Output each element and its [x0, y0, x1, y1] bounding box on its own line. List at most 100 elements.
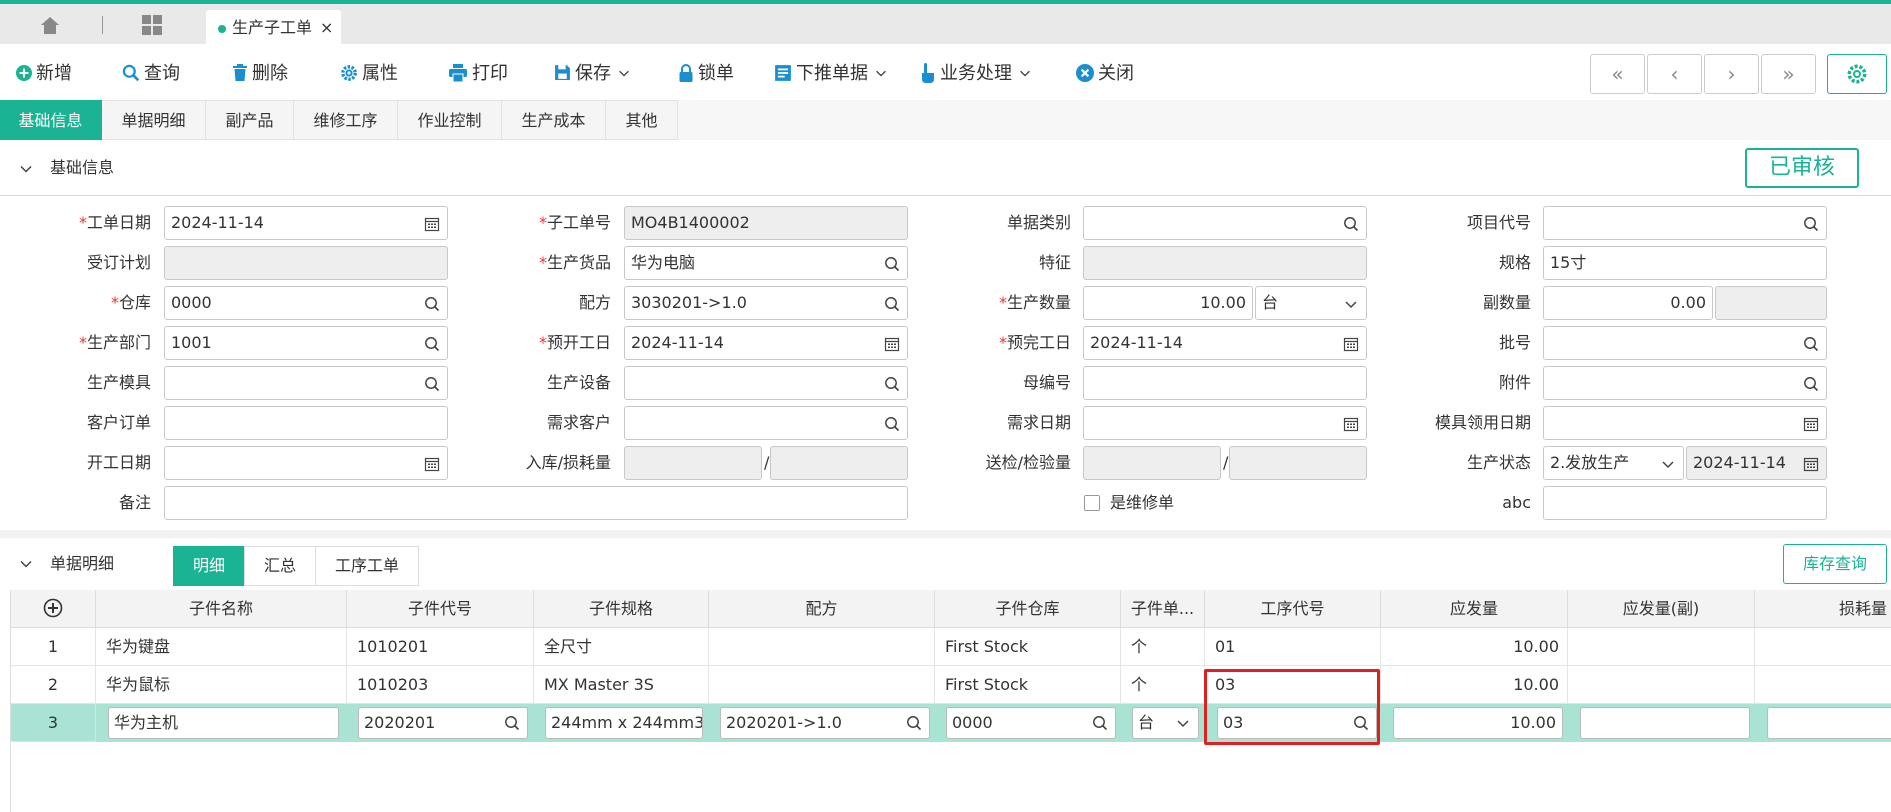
- parent-no-field[interactable]: [1083, 366, 1367, 400]
- edit-qty-input[interactable]: 10.00: [1393, 707, 1563, 739]
- spec-field[interactable]: 15寸: [1543, 246, 1827, 280]
- mold-date-field[interactable]: [1543, 406, 1827, 440]
- remark-field[interactable]: [164, 486, 908, 520]
- search-icon[interactable]: [1803, 376, 1819, 392]
- table-cell-qty[interactable]: 10.00: [1381, 666, 1568, 704]
- table-cell-spec[interactable]: 全尺寸: [534, 628, 709, 666]
- col-header-warehouse[interactable]: 子件仓库: [935, 590, 1121, 628]
- repair-checkbox[interactable]: [1084, 495, 1100, 511]
- search-icon[interactable]: [884, 376, 900, 392]
- calendar-icon[interactable]: [424, 456, 440, 472]
- table-cell-code[interactable]: 1010203: [347, 666, 534, 704]
- formula-field[interactable]: 3030201->1.0: [624, 286, 908, 320]
- edit-loss-input[interactable]: [1767, 707, 1891, 739]
- next-record-button[interactable]: ›: [1704, 54, 1759, 94]
- table-cell-formula[interactable]: [709, 666, 935, 704]
- add-row-icon[interactable]: [43, 598, 63, 618]
- tab-production-suborder[interactable]: 生产子工单 ×: [206, 10, 341, 48]
- table-cell-name[interactable]: 华为鼠标: [96, 666, 347, 704]
- order-date-field[interactable]: 2024-11-14: [164, 206, 448, 240]
- delete-button[interactable]: 删除: [232, 44, 288, 104]
- last-record-button[interactable]: »: [1761, 54, 1816, 94]
- table-cell-sub-qty[interactable]: [1568, 628, 1755, 666]
- save-button[interactable]: 保存: [554, 44, 635, 104]
- col-header-formula[interactable]: 配方: [709, 590, 935, 628]
- new-button[interactable]: 新增: [16, 44, 72, 104]
- search-icon[interactable]: [1803, 336, 1819, 352]
- dept-field[interactable]: 1001: [164, 326, 448, 360]
- edit-formula-input[interactable]: 2020201->1.0: [720, 707, 930, 739]
- search-icon[interactable]: [424, 336, 440, 352]
- chevron-down-icon[interactable]: [20, 558, 32, 570]
- table-cell-warehouse[interactable]: First Stock: [935, 666, 1121, 704]
- tab-process-order[interactable]: 工序工单: [315, 546, 419, 586]
- product-field[interactable]: 华为电脑: [624, 246, 908, 280]
- table-cell-code[interactable]: 1010201: [347, 628, 534, 666]
- lock-button[interactable]: 锁单: [678, 44, 734, 104]
- edit-code-input[interactable]: 2020201: [358, 707, 528, 739]
- mold-field[interactable]: [164, 366, 448, 400]
- table-cell-unit[interactable]: 个: [1121, 628, 1205, 666]
- col-header-spec[interactable]: 子件规格: [534, 590, 709, 628]
- col-header-code[interactable]: 子件代号: [347, 590, 534, 628]
- demand-customer-field[interactable]: [624, 406, 908, 440]
- sub-quantity-field[interactable]: 0.00: [1543, 286, 1713, 320]
- project-code-field[interactable]: [1543, 206, 1827, 240]
- calendar-icon[interactable]: [1343, 416, 1359, 432]
- col-header-loss[interactable]: 损耗量: [1755, 590, 1891, 628]
- stock-query-button[interactable]: 库存查询: [1783, 544, 1887, 584]
- table-cell-warehouse[interactable]: First Stock: [935, 628, 1121, 666]
- calendar-icon[interactable]: [424, 216, 440, 232]
- search-icon[interactable]: [884, 256, 900, 272]
- search-icon[interactable]: [884, 296, 900, 312]
- edit-spec-input[interactable]: 244mm x 244mm3: [545, 707, 703, 739]
- batch-field[interactable]: [1543, 326, 1827, 360]
- close-tab-icon[interactable]: ×: [320, 10, 333, 46]
- warehouse-field[interactable]: 0000: [164, 286, 448, 320]
- col-header-unit[interactable]: 子件单...: [1121, 590, 1205, 628]
- properties-button[interactable]: 属性: [340, 44, 398, 104]
- query-button[interactable]: 查询: [122, 44, 180, 104]
- search-icon[interactable]: [884, 416, 900, 432]
- tab-summary[interactable]: 汇总: [244, 546, 316, 586]
- business-process-button[interactable]: 业务处理: [920, 44, 1036, 104]
- tab-basic-info[interactable]: 基础信息: [0, 100, 102, 140]
- prod-status-select[interactable]: 2.发放生产: [1543, 446, 1684, 480]
- search-icon[interactable]: [504, 715, 520, 731]
- col-header-name[interactable]: 子件名称: [96, 590, 347, 628]
- settings-button[interactable]: [1827, 54, 1887, 94]
- customer-order-field[interactable]: [164, 406, 448, 440]
- edit-sub-qty-input[interactable]: [1580, 707, 1750, 739]
- abc-field[interactable]: [1543, 486, 1827, 520]
- print-button[interactable]: 打印: [448, 44, 508, 104]
- table-cell-unit[interactable]: 个: [1121, 666, 1205, 704]
- search-icon[interactable]: [1803, 216, 1819, 232]
- tab-other[interactable]: 其他: [606, 100, 678, 140]
- push-document-button[interactable]: 下推单据: [774, 44, 892, 104]
- first-record-button[interactable]: «: [1590, 54, 1645, 94]
- quantity-field[interactable]: 10.00: [1083, 286, 1253, 320]
- table-cell-loss[interactable]: [1755, 666, 1891, 704]
- calendar-icon[interactable]: [884, 336, 900, 352]
- search-icon[interactable]: [1092, 715, 1108, 731]
- table-cell-spec[interactable]: MX Master 3S: [534, 666, 709, 704]
- edit-name-input[interactable]: 华为主机: [108, 707, 339, 739]
- apps-grid-icon[interactable]: [140, 14, 164, 36]
- search-icon[interactable]: [424, 376, 440, 392]
- attachment-field[interactable]: [1543, 366, 1827, 400]
- tab-detail[interactable]: 明细: [173, 546, 245, 586]
- edit-warehouse-input[interactable]: 0000: [946, 707, 1116, 739]
- search-icon[interactable]: [424, 296, 440, 312]
- tab-production-cost[interactable]: 生产成本: [502, 100, 606, 140]
- table-cell-sub-qty[interactable]: [1568, 666, 1755, 704]
- equipment-field[interactable]: [624, 366, 908, 400]
- tab-repair-process[interactable]: 维修工序: [294, 100, 398, 140]
- plan-start-field[interactable]: 2024-11-14: [624, 326, 908, 360]
- doc-type-field[interactable]: [1083, 206, 1367, 240]
- search-icon[interactable]: [1343, 216, 1359, 232]
- close-button[interactable]: 关闭: [1076, 44, 1134, 104]
- table-cell-process[interactable]: 01: [1205, 628, 1381, 666]
- plan-end-field[interactable]: 2024-11-14: [1083, 326, 1367, 360]
- col-header-sub-qty[interactable]: 应发量(副): [1568, 590, 1755, 628]
- col-header-qty[interactable]: 应发量: [1381, 590, 1568, 628]
